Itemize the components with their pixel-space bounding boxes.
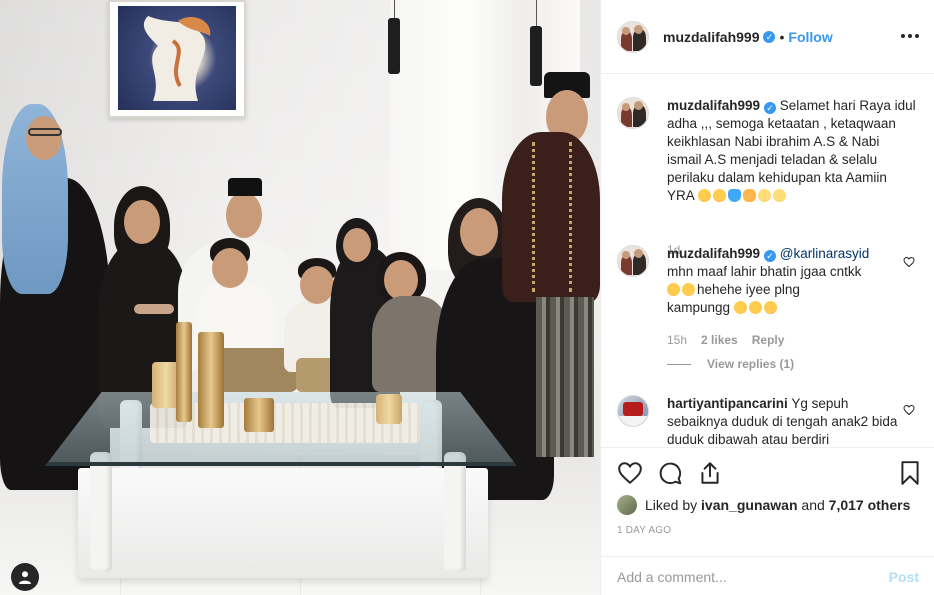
painting-figure [143,16,211,101]
comment-likes[interactable]: 2 likes [701,333,738,347]
comment-text: muzdalifah999 ✓ @karlinarasyid [667,245,903,263]
blue-heart-icon [727,189,741,202]
post-side-panel: muzdalifah999 ✓ • Follow muzdalifah999 ✓ … [600,0,934,595]
heart-eyes-icon [712,189,726,202]
open-hands-icon [742,189,756,202]
instagram-post: muzdalifah999 ✓ • Follow muzdalifah999 ✓ … [0,0,934,595]
table-leg [90,452,112,572]
face-blowing-kiss-icon [682,283,695,296]
gold-candle-holder [176,322,192,422]
liker-avatar[interactable] [617,495,637,515]
view-replies-label: View replies (1) [707,357,795,371]
action-bar [617,460,919,486]
post-comment-button[interactable]: Post [889,569,919,585]
likes-count[interactable]: 7,017 others [829,497,911,513]
liker-username[interactable]: ivan_gunawan [701,497,797,513]
lamp-wire [536,0,537,26]
avatar[interactable] [617,395,649,427]
comment-meta: 15h 2 likes Reply [667,333,784,347]
comment-body: mhn maaf lahir bhatin jgaa cntkk hehehe … [667,263,903,317]
cookie-jar [376,394,402,424]
replies-divider [667,363,691,365]
add-comment-bar: Post [601,556,934,595]
avatar[interactable] [617,245,649,277]
view-replies-button[interactable]: View replies (1) [667,357,794,371]
comment-input[interactable] [617,568,889,585]
user-icon [19,571,31,584]
comment-line: kampungg [667,300,731,315]
post-actions: Liked by ivan_gunawan and 7,017 others 1… [601,447,934,595]
comment-text: hartiyantipancarini Yg sepuh sebaiknya d… [667,395,903,447]
tagged-users-button[interactable] [11,563,39,591]
likes-prefix: Liked by [645,497,698,513]
post-header: muzdalifah999 ✓ • Follow [601,0,934,74]
comment-mention[interactable]: @karlinarasyid [780,246,869,261]
avatar[interactable] [617,20,649,53]
wall-painting [108,0,246,118]
comment-username[interactable]: muzdalifah999 [667,98,760,113]
bookmark-icon[interactable] [897,460,923,486]
hanging-lamp [388,18,400,74]
lamp-wire [394,0,395,18]
verified-icon: ✓ [764,102,777,114]
post-timestamp[interactable]: 1 DAY AGO [617,525,671,536]
verified-icon: ✓ [764,250,777,262]
hanging-lamp [530,26,542,86]
likes-summary: Liked by ivan_gunawan and 7,017 others [617,495,910,515]
verified-icon: ✓ [763,30,776,43]
avatar[interactable] [617,97,649,129]
post-photo[interactable] [0,0,600,595]
comment-line: mhn maaf lahir bhatin jgaa cntkk [667,264,862,279]
face-blowing-kiss-icon [748,301,762,314]
smiling-halo-icon [757,189,771,202]
comments-list[interactable]: muzdalifah999 ✓ Selamet hari Raya idul ad… [601,75,934,447]
heart-eyes-icon [763,301,777,314]
comment-line: hehehe iyee plng [697,282,800,297]
face-blowing-kiss-icon [697,189,711,202]
follow-button[interactable]: Follow [788,29,832,45]
caption-text: muzdalifah999 ✓ Selamet hari Raya idul ad… [667,97,917,205]
header-username[interactable]: muzdalifah999 [663,29,759,45]
comment-username[interactable]: hartiyantipancarini [667,396,788,411]
face-blowing-kiss-icon [667,283,680,296]
share-icon[interactable] [697,460,723,486]
gold-box [244,398,274,432]
comment-like-heart-icon[interactable] [903,404,915,416]
smiling-halo-icon [772,189,786,202]
heart-icon[interactable] [617,460,643,486]
painting-canvas [118,6,236,110]
caption-emojis [697,188,788,203]
reply-button[interactable]: Reply [752,333,785,347]
header-separator: • [779,28,785,45]
comment-icon[interactable] [657,460,683,486]
likes-connector: and [801,497,825,513]
table-leg [444,452,466,572]
gold-lantern [198,332,224,428]
comment-like-heart-icon[interactable] [903,256,915,268]
more-icon[interactable] [901,28,919,44]
face-blowing-kiss-icon [733,301,747,314]
comment-age[interactable]: 15h [667,333,687,347]
coffee-table-base [78,468,488,578]
comment-username[interactable]: muzdalifah999 [667,246,760,261]
